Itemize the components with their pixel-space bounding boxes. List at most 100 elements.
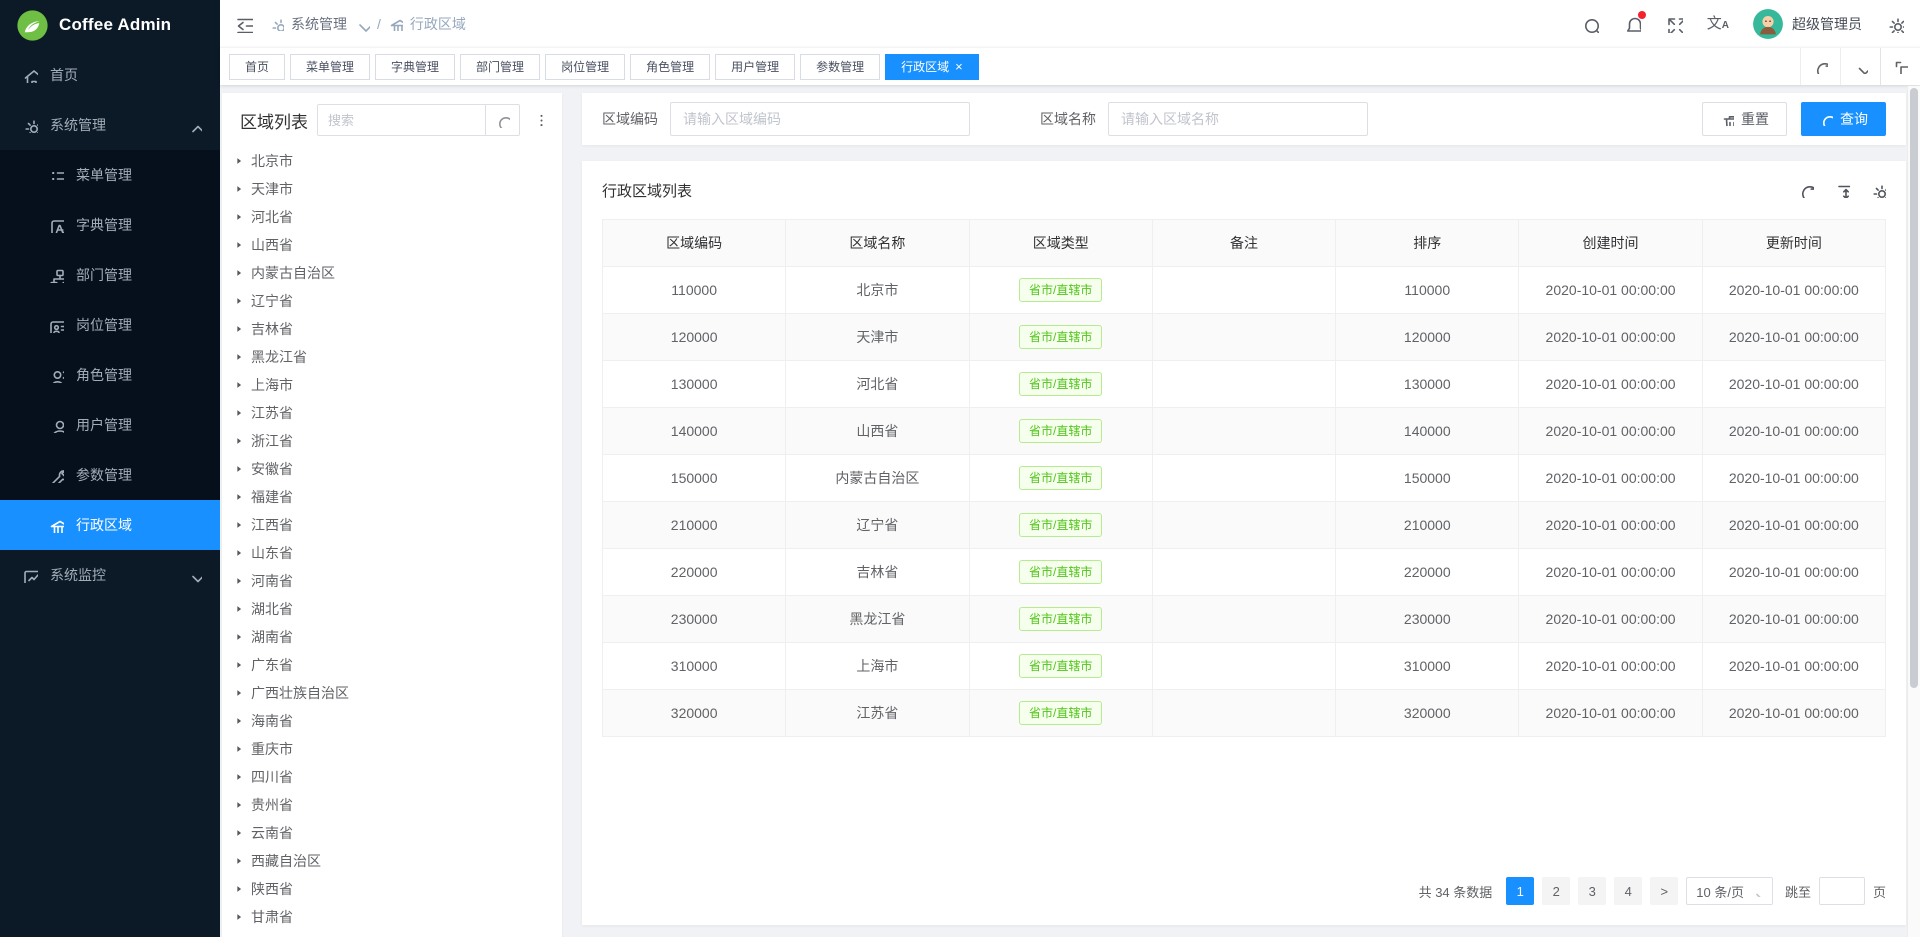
- caret-right-icon[interactable]: [234, 520, 244, 530]
- caret-right-icon[interactable]: [234, 324, 244, 334]
- tab-字典管理[interactable]: 字典管理: [375, 54, 455, 80]
- sidebar-item-region[interactable]: 行政区域: [0, 500, 220, 550]
- tree-item-内蒙古自治区[interactable]: 内蒙古自治区: [234, 259, 562, 287]
- close-tab-icon[interactable]: ×: [955, 60, 963, 73]
- sidebar-item-user-mgmt[interactable]: 用户管理: [0, 400, 220, 450]
- region-name-input[interactable]: [1108, 102, 1368, 136]
- tree-item-甘肃省[interactable]: 甘肃省: [234, 903, 562, 931]
- scrollbar-thumb[interactable]: [1910, 88, 1918, 688]
- tree-item-湖南省[interactable]: 湖南省: [234, 623, 562, 651]
- row-density-icon[interactable]: [1834, 182, 1850, 198]
- caret-right-icon[interactable]: [234, 408, 244, 418]
- page-size-select[interactable]: 10 条/页: [1686, 877, 1773, 905]
- vertical-scrollbar[interactable]: [1907, 86, 1920, 937]
- refresh-table-icon[interactable]: [1798, 182, 1814, 198]
- tree-item-广东省[interactable]: 广东省: [234, 651, 562, 679]
- query-button[interactable]: 查询: [1801, 102, 1886, 136]
- notification-bell-icon[interactable]: [1623, 15, 1641, 33]
- tree-item-吉林省[interactable]: 吉林省: [234, 315, 562, 343]
- caret-right-icon[interactable]: [234, 212, 244, 222]
- sidebar-item-post-mgmt[interactable]: 岗位管理: [0, 300, 220, 350]
- caret-right-icon[interactable]: [234, 184, 244, 194]
- tab-菜单管理[interactable]: 菜单管理: [290, 54, 370, 80]
- jump-page-input[interactable]: [1819, 877, 1865, 905]
- tree-item-四川省[interactable]: 四川省: [234, 763, 562, 791]
- sidebar-item-dept-mgmt[interactable]: 部门管理: [0, 250, 220, 300]
- tree-item-天津市[interactable]: 天津市: [234, 175, 562, 203]
- caret-right-icon[interactable]: [234, 268, 244, 278]
- sidebar-item-dict-mgmt[interactable]: 字典管理: [0, 200, 220, 250]
- sidebar-group-monitor[interactable]: 系统监控: [0, 550, 220, 600]
- caret-right-icon[interactable]: [234, 576, 244, 586]
- caret-right-icon[interactable]: [234, 800, 244, 810]
- tree-item-辽宁省[interactable]: 辽宁省: [234, 287, 562, 315]
- tree-item-上海市[interactable]: 上海市: [234, 371, 562, 399]
- sidebar-item-home[interactable]: 首页: [0, 50, 220, 100]
- caret-right-icon[interactable]: [234, 828, 244, 838]
- caret-right-icon[interactable]: [234, 660, 244, 670]
- tree-item-湖北省[interactable]: 湖北省: [234, 595, 562, 623]
- sidebar-item-menu-mgmt[interactable]: 菜单管理: [0, 150, 220, 200]
- tab-首页[interactable]: 首页: [229, 54, 285, 80]
- caret-right-icon[interactable]: [234, 492, 244, 502]
- tree-item-山西省[interactable]: 山西省: [234, 231, 562, 259]
- next-page-button[interactable]: >: [1650, 877, 1678, 905]
- collapse-sidebar-icon[interactable]: [228, 8, 259, 39]
- tree-item-山东省[interactable]: 山东省: [234, 539, 562, 567]
- caret-right-icon[interactable]: [234, 744, 244, 754]
- caret-right-icon[interactable]: [234, 240, 244, 250]
- caret-right-icon[interactable]: [234, 352, 244, 362]
- tree-item-安徽省[interactable]: 安徽省: [234, 455, 562, 483]
- page-button-3[interactable]: 3: [1578, 877, 1606, 905]
- tree-search-button[interactable]: [485, 105, 519, 135]
- caret-right-icon[interactable]: [234, 856, 244, 866]
- caret-right-icon[interactable]: [234, 688, 244, 698]
- caret-right-icon[interactable]: [234, 716, 244, 726]
- tab-options-chevron-icon[interactable]: [1840, 48, 1880, 85]
- tab-行政区域[interactable]: 行政区域×: [885, 54, 979, 80]
- tree-item-浙江省[interactable]: 浙江省: [234, 427, 562, 455]
- page-button-2[interactable]: 2: [1542, 877, 1570, 905]
- user-menu[interactable]: 超级管理员: [1753, 9, 1862, 39]
- tree-item-陕西省[interactable]: 陕西省: [234, 875, 562, 903]
- caret-right-icon[interactable]: [234, 772, 244, 782]
- breadcrumb-group[interactable]: 系统管理: [291, 14, 347, 34]
- settings-gear-icon[interactable]: [1886, 15, 1904, 33]
- tab-岗位管理[interactable]: 岗位管理: [545, 54, 625, 80]
- fullscreen-icon[interactable]: [1665, 15, 1683, 33]
- refresh-tab-icon[interactable]: [1800, 48, 1840, 85]
- tree-item-云南省[interactable]: 云南省: [234, 819, 562, 847]
- sidebar-item-param-mgmt[interactable]: 参数管理: [0, 450, 220, 500]
- tree-item-江西省[interactable]: 江西省: [234, 511, 562, 539]
- tab-角色管理[interactable]: 角色管理: [630, 54, 710, 80]
- tree-item-福建省[interactable]: 福建省: [234, 483, 562, 511]
- sidebar-group-system[interactable]: 系统管理: [0, 100, 220, 150]
- tree-item-西藏自治区[interactable]: 西藏自治区: [234, 847, 562, 875]
- tree-item-北京市[interactable]: 北京市: [234, 147, 562, 175]
- caret-right-icon[interactable]: [234, 464, 244, 474]
- app-logo[interactable]: Coffee Admin: [0, 0, 220, 50]
- tree-item-江苏省[interactable]: 江苏省: [234, 399, 562, 427]
- caret-right-icon[interactable]: [234, 296, 244, 306]
- reset-button[interactable]: 重置: [1702, 102, 1787, 136]
- chevron-down-icon[interactable]: [354, 16, 370, 32]
- sidebar-item-role-mgmt[interactable]: 角色管理: [0, 350, 220, 400]
- tree-item-贵州省[interactable]: 贵州省: [234, 791, 562, 819]
- search-icon[interactable]: [1581, 15, 1599, 33]
- caret-right-icon[interactable]: [234, 380, 244, 390]
- tree-more-options-icon[interactable]: [529, 110, 554, 131]
- tab-部门管理[interactable]: 部门管理: [460, 54, 540, 80]
- caret-right-icon[interactable]: [234, 912, 244, 922]
- caret-right-icon[interactable]: [234, 604, 244, 614]
- caret-right-icon[interactable]: [234, 156, 244, 166]
- caret-right-icon[interactable]: [234, 632, 244, 642]
- region-code-input[interactable]: [670, 102, 970, 136]
- tree-item-河北省[interactable]: 河北省: [234, 203, 562, 231]
- tab-用户管理[interactable]: 用户管理: [715, 54, 795, 80]
- maximize-content-icon[interactable]: [1880, 48, 1920, 85]
- page-button-4[interactable]: 4: [1614, 877, 1642, 905]
- translate-icon[interactable]: 文A: [1707, 16, 1729, 31]
- tree-search-input[interactable]: [318, 105, 485, 135]
- caret-right-icon[interactable]: [234, 436, 244, 446]
- tab-参数管理[interactable]: 参数管理: [800, 54, 880, 80]
